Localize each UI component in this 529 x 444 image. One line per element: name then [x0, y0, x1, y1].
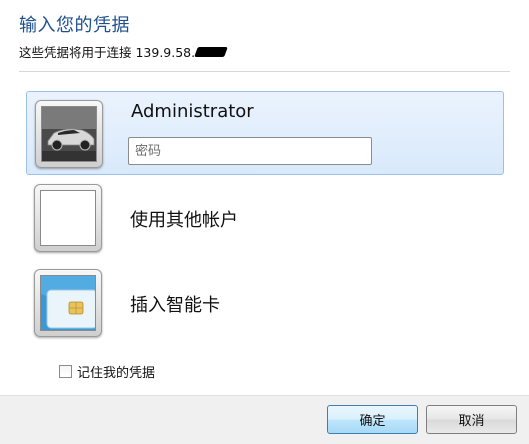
- credentials-dialog: 输入您的凭据 这些凭据将用于连接 139.9.58. Administrator: [0, 0, 529, 444]
- account-tile-other-account[interactable]: 使用其他帐户: [26, 176, 504, 260]
- account-tile-smart-card[interactable]: 插入智能卡: [26, 261, 504, 345]
- smart-card-icon: [40, 275, 96, 331]
- remember-label: 记住我的凭据: [77, 366, 156, 381]
- password-input[interactable]: [128, 137, 372, 165]
- dialog-title: 输入您的凭据: [19, 15, 130, 36]
- remember-credentials[interactable]: 记住我的凭据: [59, 362, 155, 381]
- redacted-address-mark: [194, 46, 228, 57]
- account-picture-frame: [35, 100, 103, 168]
- ok-button[interactable]: 确定: [327, 405, 418, 434]
- cancel-button[interactable]: 取消: [426, 405, 517, 434]
- tile-label-smart-card: 插入智能卡: [130, 295, 220, 316]
- tile-label-other-account: 使用其他帐户: [130, 210, 238, 231]
- dialog-subtitle: 这些凭据将用于连接 139.9.58.: [19, 42, 228, 61]
- blank-user-icon: [40, 190, 96, 246]
- account-tile-administrator[interactable]: Administrator: [26, 91, 504, 175]
- remember-checkbox[interactable]: [59, 365, 72, 378]
- account-picture-frame: [34, 269, 102, 337]
- account-picture-frame: [34, 184, 102, 252]
- header-divider: [19, 71, 510, 72]
- car-icon: [41, 106, 97, 162]
- dialog-footer: 确定 取消: [0, 395, 529, 444]
- subtitle-text: 这些凭据将用于连接 139.9.58.: [19, 45, 196, 60]
- tile-label-administrator: Administrator: [131, 101, 254, 122]
